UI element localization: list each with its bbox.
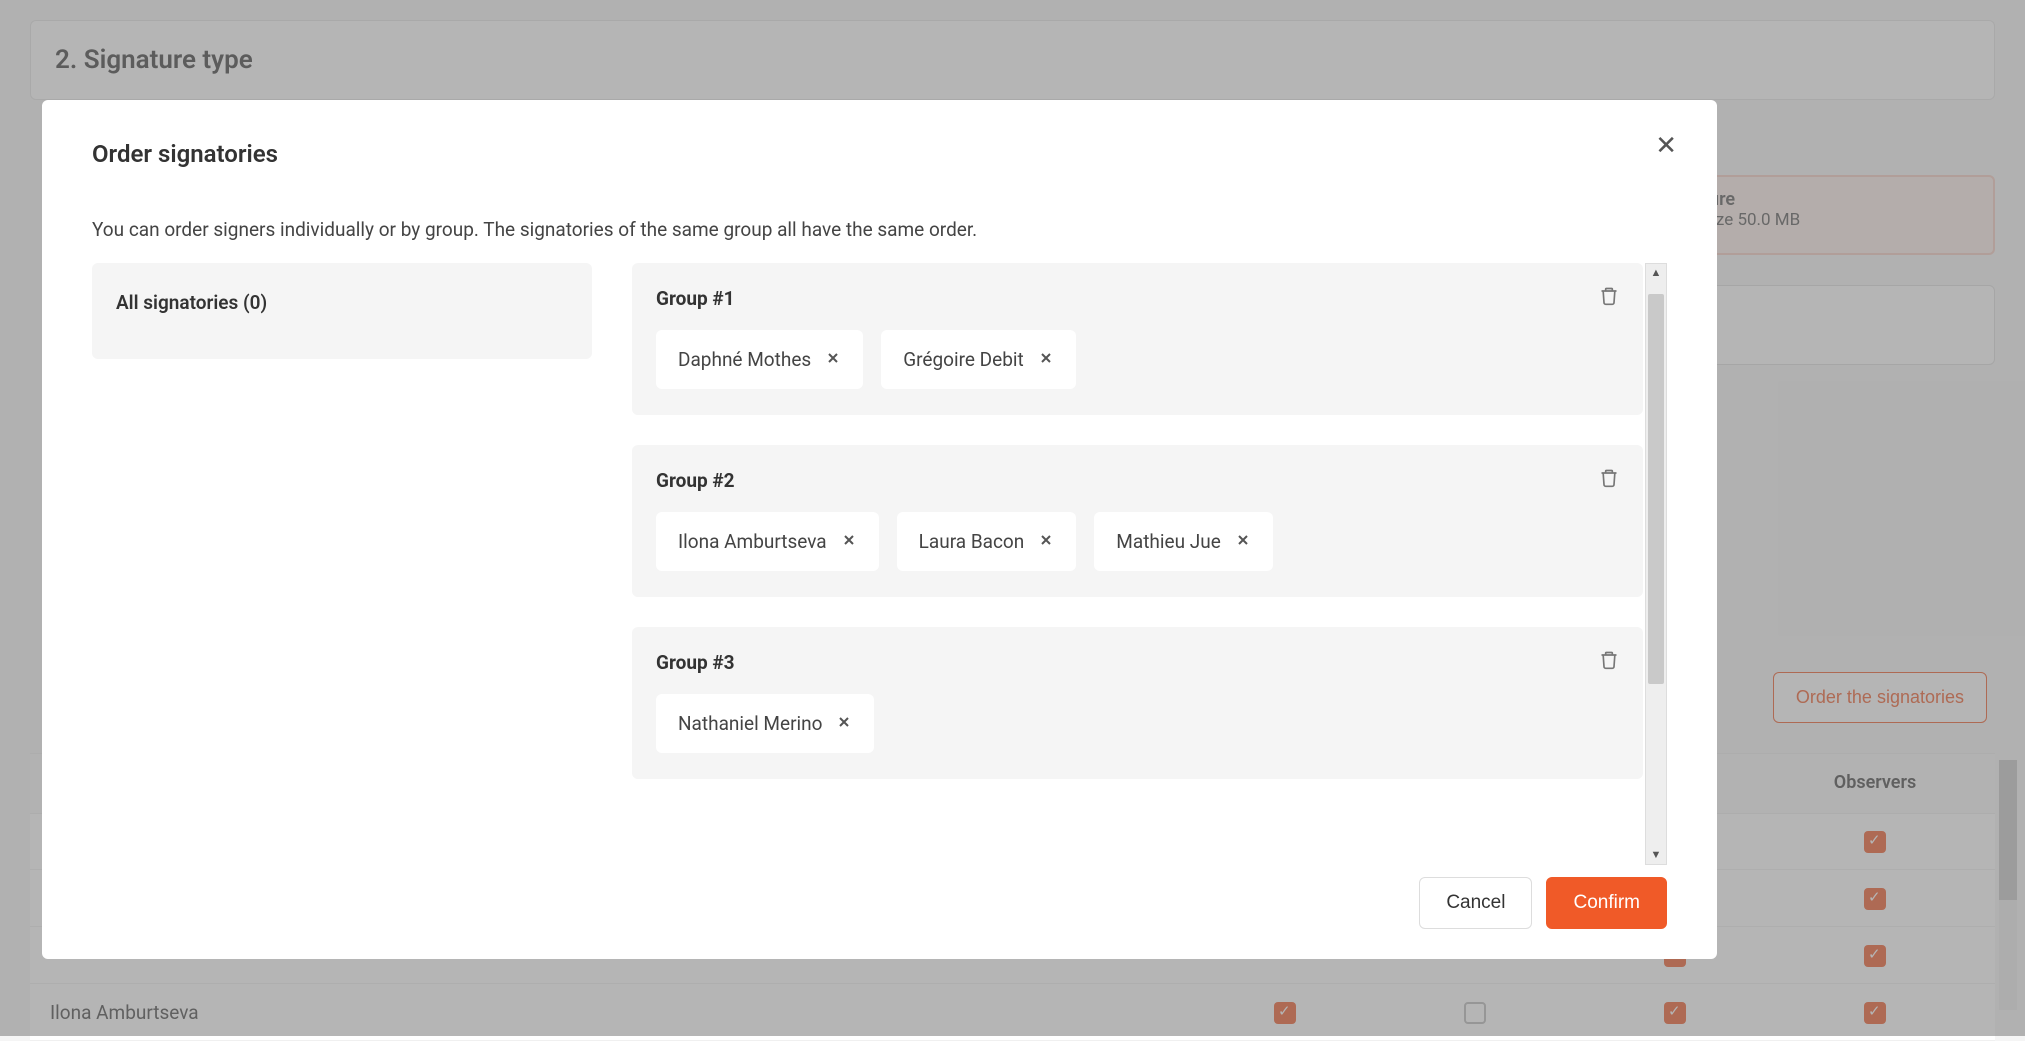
chip-label: Ilona Amburtseva bbox=[678, 530, 827, 553]
close-icon[interactable]: ✕ bbox=[1655, 130, 1677, 161]
group-title: Group #1 bbox=[656, 287, 1619, 310]
group-card: Group #1 Daphné Mothes Grégoire Debit bbox=[632, 263, 1643, 415]
close-icon[interactable] bbox=[825, 348, 841, 371]
trash-icon[interactable] bbox=[1599, 467, 1619, 493]
signatory-chip[interactable]: Laura Bacon bbox=[897, 512, 1077, 571]
modal-title: Order signatories bbox=[92, 140, 1667, 168]
order-signatories-modal: Order signatories ✕ You can order signer… bbox=[42, 100, 1717, 959]
trash-icon[interactable] bbox=[1599, 285, 1619, 311]
group-members: Daphné Mothes Grégoire Debit bbox=[656, 330, 1619, 389]
groups-wrapper: Group #1Daphné MothesGrégoire DebitGroup… bbox=[632, 263, 1667, 865]
signatory-chip[interactable]: Grégoire Debit bbox=[881, 330, 1076, 389]
close-icon[interactable] bbox=[1038, 530, 1054, 553]
scroll-up-icon[interactable]: ▲ bbox=[1646, 264, 1666, 282]
close-icon[interactable] bbox=[836, 712, 852, 735]
cancel-button[interactable]: Cancel bbox=[1419, 877, 1532, 929]
group-title: Group #3 bbox=[656, 651, 1619, 674]
confirm-button[interactable]: Confirm bbox=[1546, 877, 1667, 929]
close-icon[interactable] bbox=[1235, 530, 1251, 553]
close-icon[interactable] bbox=[1038, 348, 1054, 371]
all-signatories-box[interactable]: All signatories (0) bbox=[92, 263, 592, 359]
group-members: Ilona Amburtseva Laura Bacon Mathieu Jue bbox=[656, 512, 1619, 571]
modal-description: You can order signers individually or by… bbox=[92, 218, 1667, 241]
chip-label: Daphné Mothes bbox=[678, 348, 811, 371]
signatory-chip[interactable]: Daphné Mothes bbox=[656, 330, 863, 389]
signatory-chip[interactable]: Mathieu Jue bbox=[1094, 512, 1273, 571]
group-title: Group #2 bbox=[656, 469, 1619, 492]
scroll-down-icon[interactable]: ▼ bbox=[1646, 846, 1666, 864]
scrollbar-thumb[interactable] bbox=[1648, 294, 1664, 684]
signatory-chip[interactable]: Nathaniel Merino bbox=[656, 694, 874, 753]
modal-footer: Cancel Confirm bbox=[92, 877, 1667, 929]
modal-overlay: Order signatories ✕ You can order signer… bbox=[0, 0, 2025, 1036]
chip-label: Nathaniel Merino bbox=[678, 712, 822, 735]
group-card: Group #3 Nathaniel Merino bbox=[632, 627, 1643, 779]
group-members: Nathaniel Merino bbox=[656, 694, 1619, 753]
all-signatories-label: All signatories (0) bbox=[116, 291, 267, 314]
groups-scrollbar[interactable]: ▲ ▼ bbox=[1645, 263, 1667, 865]
close-icon[interactable] bbox=[841, 530, 857, 553]
chip-label: Mathieu Jue bbox=[1116, 530, 1221, 553]
signatory-chip[interactable]: Ilona Amburtseva bbox=[656, 512, 879, 571]
chip-label: Laura Bacon bbox=[919, 530, 1025, 553]
trash-icon[interactable] bbox=[1599, 649, 1619, 675]
group-card: Group #2 Ilona Amburtseva Laura Bacon Mathi… bbox=[632, 445, 1643, 597]
chip-label: Grégoire Debit bbox=[903, 348, 1024, 371]
